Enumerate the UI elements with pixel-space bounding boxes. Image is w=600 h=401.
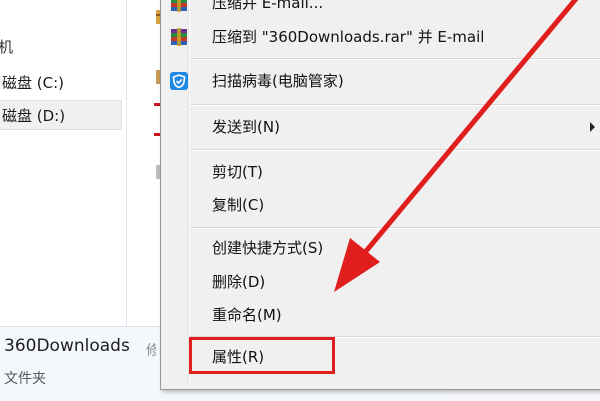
menu-item-delete[interactable]: 删除(D) (162, 265, 598, 299)
menu-item-label: 压缩到 "360Downloads.rar" 并 E-mail (212, 28, 485, 46)
menu-item-compress-email[interactable]: 压缩并 E-mail... (162, 0, 598, 20)
navigation-pane: 机 磁盘 (C:) 磁盘 (D:) (0, 0, 126, 326)
menu-item-copy[interactable]: 复制(C) (162, 188, 598, 222)
menu-separator (190, 58, 600, 59)
menu-item-create-shortcut[interactable]: 创建快捷方式(S) (162, 231, 598, 265)
nav-item-drive-d[interactable]: 磁盘 (D:) (0, 100, 122, 130)
file-list (127, 0, 163, 326)
nav-item-drive-c[interactable]: 磁盘 (C:) (0, 68, 122, 98)
annotation-highlight-box (189, 337, 335, 374)
menu-item-label: 删除(D) (212, 273, 266, 291)
menu-separator (190, 104, 600, 105)
menu-item-label: 压缩并 E-mail... (212, 0, 324, 12)
menu-item-label: 重命名(M) (212, 306, 282, 324)
menu-item-label: 发送到(N) (212, 118, 280, 136)
menu-separator (190, 149, 600, 150)
menu-item-send-to[interactable]: 发送到(N) (162, 110, 598, 144)
submenu-arrow-icon (590, 122, 595, 132)
menu-item-label: 扫描病毒(电脑管家) (212, 72, 344, 90)
tencent-shield-icon (170, 72, 188, 90)
winrar-archive-icon (171, 28, 187, 46)
winrar-archive-icon (171, 0, 187, 12)
menu-item-rename[interactable]: 重命名(M) (162, 298, 598, 332)
menu-item-scan-virus[interactable]: 扫描病毒(电脑管家) (162, 64, 598, 98)
menu-item-label: 创建快捷方式(S) (212, 239, 324, 257)
details-clipped-text: 修 (146, 343, 156, 359)
nav-partial-label: 机 (0, 38, 14, 56)
details-item-type: 文件夹 (4, 371, 46, 387)
menu-item-compress-to-rar-email[interactable]: 压缩到 "360Downloads.rar" 并 E-mail (162, 20, 598, 54)
details-item-name: 360Downloads (4, 336, 130, 356)
menu-item-label: 复制(C) (212, 196, 265, 214)
menu-item-label: 剪切(T) (212, 163, 263, 181)
menu-separator (190, 227, 600, 228)
menu-item-cut[interactable]: 剪切(T) (162, 155, 598, 189)
